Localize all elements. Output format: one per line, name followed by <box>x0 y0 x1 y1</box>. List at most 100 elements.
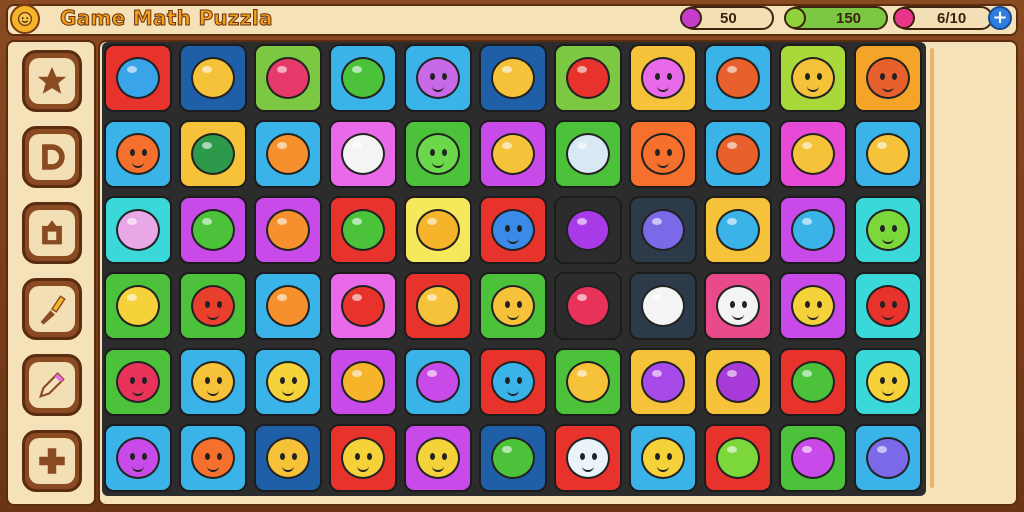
puzzle-tile[interactable] <box>254 196 322 264</box>
creature-face-icon <box>341 437 385 479</box>
puzzle-tile[interactable] <box>554 348 622 416</box>
puzzle-tile[interactable] <box>854 196 922 264</box>
eye <box>130 453 135 460</box>
sidebar-button-cross[interactable] <box>22 430 82 492</box>
puzzle-tile[interactable] <box>554 196 622 264</box>
puzzle-tile[interactable] <box>629 120 697 188</box>
puzzle-tile[interactable] <box>179 44 247 112</box>
shine <box>727 218 737 225</box>
puzzle-tile[interactable] <box>254 424 322 492</box>
board-edge <box>930 48 934 488</box>
shine <box>877 142 887 149</box>
puzzle-tile[interactable] <box>329 44 397 112</box>
mouth <box>807 85 819 92</box>
puzzle-tile[interactable] <box>629 348 697 416</box>
eye <box>730 301 735 308</box>
sidebar-button-d[interactable] <box>22 126 82 188</box>
puzzle-tile[interactable] <box>104 348 172 416</box>
puzzle-tile[interactable] <box>104 44 172 112</box>
puzzle-tile[interactable] <box>179 196 247 264</box>
puzzle-tile[interactable] <box>179 120 247 188</box>
purple-gem-icon <box>680 7 702 29</box>
puzzle-tile[interactable] <box>179 424 247 492</box>
puzzle-tile[interactable] <box>329 424 397 492</box>
puzzle-tile[interactable] <box>404 348 472 416</box>
puzzle-tile[interactable] <box>329 120 397 188</box>
puzzle-tile[interactable] <box>854 348 922 416</box>
puzzle-tile[interactable] <box>254 272 322 340</box>
puzzle-tile[interactable] <box>104 424 172 492</box>
mouth <box>882 389 894 396</box>
puzzle-tile[interactable] <box>629 272 697 340</box>
puzzle-tile[interactable] <box>704 44 772 112</box>
puzzle-tile[interactable] <box>179 348 247 416</box>
puzzle-tile[interactable] <box>479 424 547 492</box>
puzzle-tile[interactable] <box>779 120 847 188</box>
puzzle-tile[interactable] <box>779 348 847 416</box>
puzzle-tile[interactable] <box>404 44 472 112</box>
puzzle-tile[interactable] <box>404 424 472 492</box>
puzzle-tile[interactable] <box>704 424 772 492</box>
puzzle-tile[interactable] <box>854 120 922 188</box>
eye <box>667 73 672 80</box>
mouth <box>882 313 894 320</box>
puzzle-tile[interactable] <box>629 196 697 264</box>
puzzle-tile[interactable] <box>479 348 547 416</box>
puzzle-tile[interactable] <box>779 424 847 492</box>
puzzle-tile[interactable] <box>629 424 697 492</box>
puzzle-tile[interactable] <box>779 44 847 112</box>
mouth <box>207 313 219 320</box>
puzzle-tile[interactable] <box>104 196 172 264</box>
puzzle-tile[interactable] <box>629 44 697 112</box>
add-resource-button[interactable]: + <box>988 6 1012 30</box>
puzzle-tile[interactable] <box>479 120 547 188</box>
fruit-icon <box>716 57 760 99</box>
puzzle-tile[interactable] <box>554 120 622 188</box>
puzzle-tile[interactable] <box>329 348 397 416</box>
puzzle-tile[interactable] <box>329 196 397 264</box>
puzzle-tile[interactable] <box>479 44 547 112</box>
sidebar-button-brush[interactable] <box>22 278 82 340</box>
puzzle-tile[interactable] <box>104 272 172 340</box>
lock-icon <box>42 220 62 245</box>
puzzle-tile[interactable] <box>779 272 847 340</box>
sidebar-button-lock[interactable] <box>22 202 82 264</box>
shine <box>577 66 587 73</box>
puzzle-tile[interactable] <box>479 272 547 340</box>
puzzle-tile[interactable] <box>404 120 472 188</box>
puzzle-tile[interactable] <box>854 424 922 492</box>
fruit-icon <box>491 57 535 99</box>
creature-face-icon <box>866 209 910 251</box>
mouth <box>207 389 219 396</box>
puzzle-tile[interactable] <box>404 196 472 264</box>
sidebar-button-star[interactable] <box>22 50 82 112</box>
shine <box>277 218 287 225</box>
puzzle-tile[interactable] <box>254 120 322 188</box>
puzzle-tile[interactable] <box>779 196 847 264</box>
puzzle-tile[interactable] <box>854 272 922 340</box>
puzzle-tile[interactable] <box>179 272 247 340</box>
sidebar-button-pencil[interactable] <box>22 354 82 416</box>
shine <box>127 294 137 301</box>
puzzle-tile[interactable] <box>479 196 547 264</box>
shine <box>502 142 512 149</box>
puzzle-tile[interactable] <box>704 120 772 188</box>
eye <box>517 301 522 308</box>
puzzle-tile[interactable] <box>704 196 772 264</box>
mouth <box>507 237 519 244</box>
puzzle-tile[interactable] <box>554 424 622 492</box>
fruit-icon <box>566 285 610 327</box>
green-gem-icon <box>784 7 806 29</box>
puzzle-tile[interactable] <box>704 272 772 340</box>
puzzle-tile[interactable] <box>404 272 472 340</box>
puzzle-tile[interactable] <box>704 348 772 416</box>
puzzle-tile[interactable] <box>104 120 172 188</box>
puzzle-tile[interactable] <box>554 272 622 340</box>
creature-face-icon <box>866 285 910 327</box>
creature-face-icon <box>266 361 310 403</box>
puzzle-tile[interactable] <box>854 44 922 112</box>
puzzle-tile[interactable] <box>254 44 322 112</box>
puzzle-tile[interactable] <box>254 348 322 416</box>
puzzle-tile[interactable] <box>329 272 397 340</box>
puzzle-tile[interactable] <box>554 44 622 112</box>
